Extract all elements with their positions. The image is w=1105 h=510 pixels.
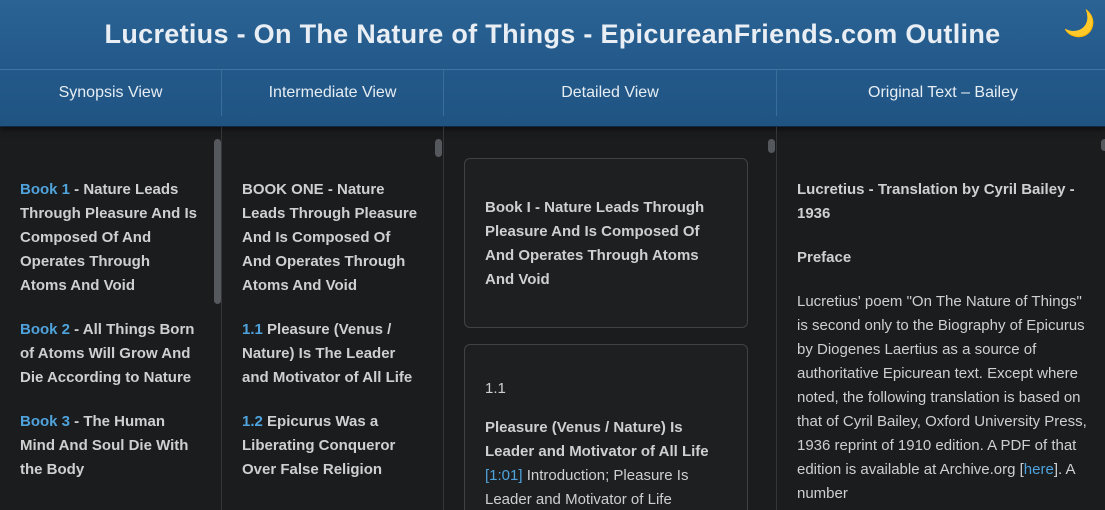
original-text-column[interactable]: Lucretius - Translation by Cyril Bailey … xyxy=(797,127,1087,510)
tab-detailed-view[interactable]: Detailed View xyxy=(444,70,776,116)
tab-original-text[interactable]: Original Text – Bailey xyxy=(777,70,1105,116)
detailed-section-title: Pleasure (Venus / Nature) Is Leader and … xyxy=(485,419,709,460)
section-1-2-link[interactable]: 1.2 xyxy=(242,413,263,430)
synopsis-column[interactable]: Book 1 - Nature Leads Through Pleasure A… xyxy=(20,127,200,510)
synopsis-item-book-1[interactable]: Book 1 - Nature Leads Through Pleasure A… xyxy=(20,178,200,298)
detailed-card-section-1-1: 1.1 Pleasure (Venus / Nature) Is Leader … xyxy=(464,344,748,510)
archive-org-link[interactable]: here xyxy=(1024,461,1054,478)
site-header: Lucretius - On The Nature of Things - Ep… xyxy=(0,0,1105,127)
section-1-1-title: Pleasure (Venus / Nature) Is The Leader … xyxy=(242,321,413,386)
book-2-link[interactable]: Book 2 xyxy=(20,321,70,338)
column-divider xyxy=(443,127,444,510)
translation-heading: Lucretius - Translation by Cyril Bailey … xyxy=(797,181,1075,222)
column-divider xyxy=(776,127,777,510)
book-1-link[interactable]: Book 1 xyxy=(20,181,70,198)
intermediate-book-heading: BOOK ONE - Nature Leads Through Pleasure… xyxy=(242,181,418,294)
intermediate-section-1-1[interactable]: 1.1 Pleasure (Venus / Nature) Is The Lea… xyxy=(242,318,422,390)
detailed-section-number: 1.1 xyxy=(485,380,506,397)
crescent-moon-icon[interactable]: 🌙 xyxy=(1063,8,1095,38)
synopsis-item-book-2[interactable]: Book 2 - All Things Born of Atoms Will G… xyxy=(20,318,200,390)
synopsis-item-book-3[interactable]: Book 3 - The Human Mind And Soul Die Wit… xyxy=(20,410,200,482)
section-1-2-title: Epicurus Was a Liberating Conqueror Over… xyxy=(242,413,396,478)
book-3-link[interactable]: Book 3 xyxy=(20,413,70,430)
detailed-section-text: [1:01] Introduction; Pleasure Is Leader … xyxy=(485,464,727,510)
detailed-scrollbar[interactable] xyxy=(768,139,775,153)
intermediate-section-1-2[interactable]: 1.2 Epicurus Was a Liberating Conqueror … xyxy=(242,410,422,482)
intermediate-scrollbar[interactable] xyxy=(435,139,442,157)
view-tabs: Synopsis View Intermediate View Detailed… xyxy=(0,70,1105,116)
column-divider xyxy=(221,127,222,510)
preface-body: Lucretius' poem "On The Nature of Things… xyxy=(797,290,1087,506)
line-reference-link[interactable]: [1:01] xyxy=(485,467,523,484)
tab-intermediate-view[interactable]: Intermediate View xyxy=(222,70,443,116)
detailed-book-1-title: Book I - Nature Leads Through Pleasure A… xyxy=(485,199,705,288)
tab-synopsis-view[interactable]: Synopsis View xyxy=(0,70,221,116)
page-title: Lucretius - On The Nature of Things - Ep… xyxy=(0,0,1105,70)
original-text-scrollbar[interactable] xyxy=(1101,139,1105,151)
intermediate-column[interactable]: BOOK ONE - Nature Leads Through Pleasure… xyxy=(242,127,422,510)
detailed-card-book-1: Book I - Nature Leads Through Pleasure A… xyxy=(464,158,748,328)
preface-heading: Preface xyxy=(797,249,852,266)
preface-text: Lucretius' poem "On The Nature of Things… xyxy=(797,293,1087,478)
synopsis-scrollbar[interactable] xyxy=(214,139,221,304)
section-1-1-link[interactable]: 1.1 xyxy=(242,321,263,338)
